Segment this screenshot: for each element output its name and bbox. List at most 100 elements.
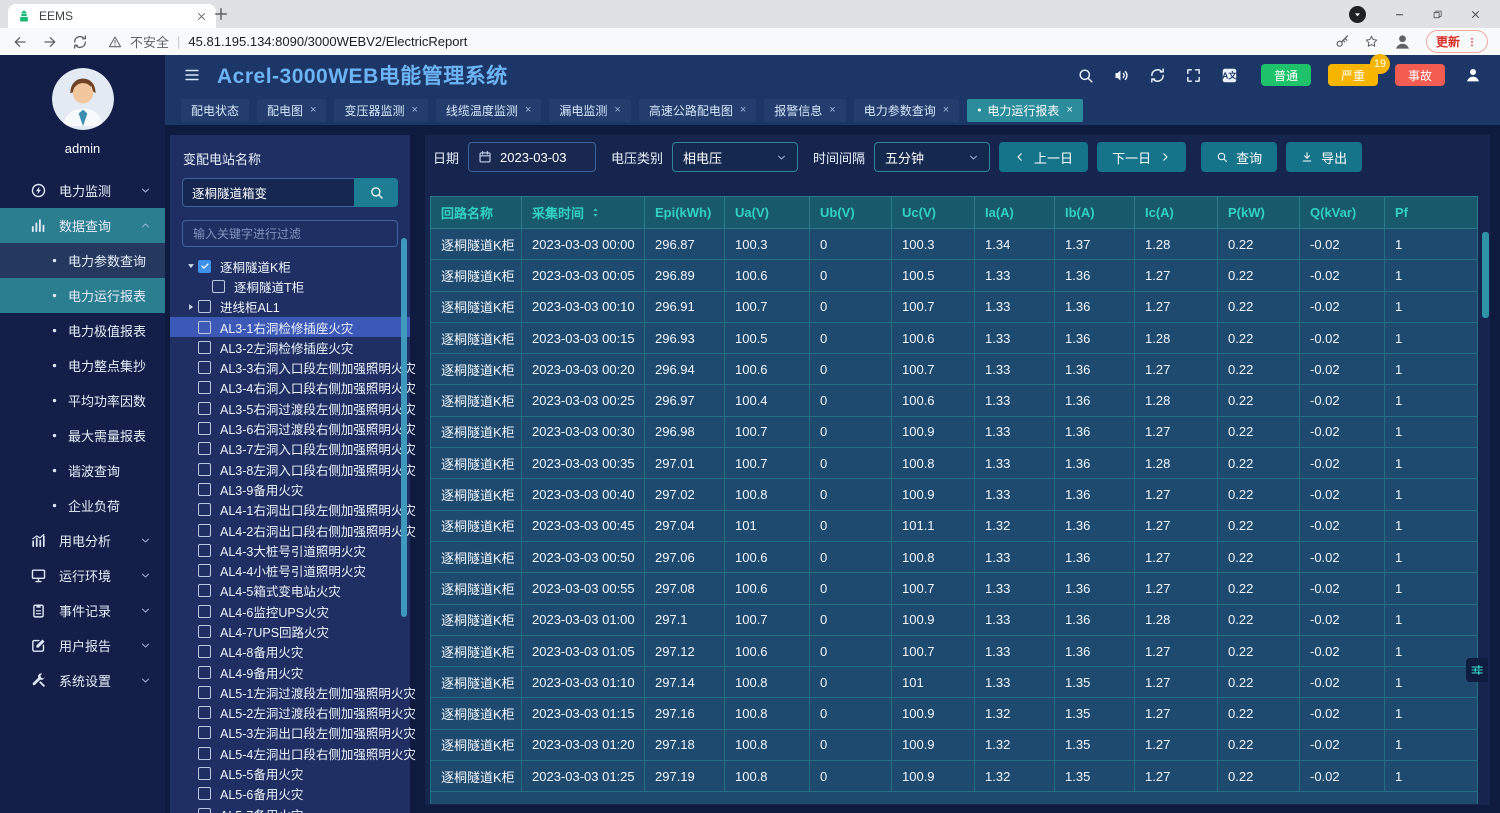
translate-icon[interactable]: A文: [1221, 67, 1238, 84]
tree-expander-icon[interactable]: [183, 261, 198, 271]
table-row[interactable]: 逐桐隧道K柜 2023-03-03 00:20 296.94 100.6 0 1…: [430, 354, 1478, 385]
tree-checkbox[interactable]: [198, 787, 211, 800]
tree-expander-icon[interactable]: [183, 708, 198, 718]
tree-checkbox[interactable]: [198, 442, 211, 455]
tree-expander-icon[interactable]: [183, 626, 198, 636]
tree-item[interactable]: AL4-6监控UPS火灾: [170, 601, 410, 621]
table-row[interactable]: 逐桐隧道K柜 2023-03-03 00:55 297.08 100.6 0 1…: [430, 573, 1478, 604]
tree-expander-icon[interactable]: [183, 484, 198, 494]
tree-expander-icon[interactable]: [183, 769, 198, 779]
tree-item[interactable]: AL5-4左洞出口段右侧加强照明火灾: [170, 743, 410, 763]
tree-checkbox[interactable]: [198, 767, 211, 780]
sidebar-item[interactable]: 电力整点集抄: [0, 348, 165, 383]
tree-checkbox[interactable]: [198, 422, 211, 435]
close-window-button[interactable]: [1456, 0, 1494, 28]
tree-item[interactable]: AL4-9备用火灾: [170, 662, 410, 682]
tree-item[interactable]: AL3-9备用火灾: [170, 479, 410, 499]
tree-checkbox[interactable]: [198, 341, 211, 354]
app-tab[interactable]: ● 电力运行报表 ×: [967, 99, 1083, 122]
user-icon[interactable]: [1464, 66, 1482, 84]
tree-expander-icon[interactable]: [183, 342, 198, 352]
tree-expander-icon[interactable]: [183, 302, 198, 312]
tree-checkbox[interactable]: [198, 747, 211, 760]
app-tab[interactable]: ● 配电图 ×: [257, 99, 326, 122]
tree-item[interactable]: AL5-5备用火灾: [170, 763, 410, 783]
table-row[interactable]: 逐桐隧道K柜 2023-03-03 00:25 296.97 100.4 0 1…: [430, 385, 1478, 416]
browser-tab[interactable]: EEMS: [8, 4, 216, 28]
tree-checkbox[interactable]: [198, 625, 211, 638]
app-tab-close-icon[interactable]: ×: [829, 104, 835, 116]
tree-expander-icon[interactable]: [197, 281, 212, 291]
interval-select[interactable]: 五分钟: [874, 142, 990, 172]
reload-icon[interactable]: [72, 34, 88, 50]
tree-item[interactable]: AL3-1右洞检修插座火灾: [170, 317, 410, 337]
tree-expander-icon[interactable]: [183, 464, 198, 474]
tree-item[interactable]: AL4-2右洞出口段右侧加强照明火灾: [170, 520, 410, 540]
tree-checkbox[interactable]: [198, 361, 211, 374]
tree-item[interactable]: AL3-5右洞过渡段左侧加强照明火灾: [170, 398, 410, 418]
browser-profile-icon[interactable]: [1393, 32, 1412, 51]
tree-item[interactable]: 进线柜AL1: [170, 297, 410, 317]
table-row[interactable]: 逐桐隧道K柜 2023-03-03 01:10 297.14 100.8 0 1…: [430, 667, 1478, 698]
tree-item[interactable]: AL5-3左洞出口段左侧加强照明火灾: [170, 723, 410, 743]
tree-item[interactable]: AL3-7左洞入口段左侧加强照明火灾: [170, 439, 410, 459]
app-tab-close-icon[interactable]: ×: [525, 104, 531, 116]
prev-day-button[interactable]: 上一日: [999, 142, 1088, 172]
tree-expander-icon[interactable]: [183, 667, 198, 677]
table-column-header[interactable]: Ib(A): [1055, 197, 1135, 228]
tree-checkbox[interactable]: [198, 645, 211, 658]
table-column-header[interactable]: Ua(V): [725, 197, 810, 228]
app-tab-close-icon[interactable]: ×: [1066, 104, 1072, 116]
table-row[interactable]: 逐桐隧道K柜 2023-03-03 00:40 297.02 100.8 0 1…: [430, 479, 1478, 510]
tree-item[interactable]: AL5-6备用火灾: [170, 784, 410, 804]
back-icon[interactable]: [12, 34, 28, 50]
app-tab-close-icon[interactable]: ×: [411, 104, 417, 116]
tree-checkbox[interactable]: [198, 808, 211, 813]
voltage-type-select[interactable]: 相电压: [672, 142, 798, 172]
tree-expander-icon[interactable]: [183, 363, 198, 373]
password-key-icon[interactable]: [1335, 34, 1350, 49]
tree-expander-icon[interactable]: [183, 505, 198, 515]
tree-item[interactable]: 逐桐隧道T柜: [170, 276, 410, 296]
sidebar-item[interactable]: 最大需量报表: [0, 418, 165, 453]
table-column-header[interactable]: 采集时间: [522, 197, 645, 228]
date-input[interactable]: 2023-03-03: [468, 142, 596, 172]
restore-button[interactable]: [1418, 0, 1456, 28]
sidebar-item[interactable]: 用户报告: [0, 628, 165, 663]
alarm-level-button[interactable]: 事故: [1395, 64, 1445, 86]
table-column-header[interactable]: Q(kVar): [1300, 197, 1385, 228]
app-tab[interactable]: ● 漏电监测 ×: [549, 99, 630, 122]
table-row[interactable]: 逐桐隧道K柜 2023-03-03 00:10 296.91 100.7 0 1…: [430, 292, 1478, 323]
app-tab[interactable]: ● 电力参数查询 ×: [854, 99, 959, 122]
sort-icon[interactable]: [590, 206, 601, 219]
tree-checkbox[interactable]: [198, 544, 211, 557]
table-column-header[interactable]: 回路名称: [431, 197, 522, 228]
search-icon[interactable]: [1077, 67, 1094, 84]
station-search-button[interactable]: [354, 178, 398, 207]
table-row[interactable]: 逐桐隧道K柜 2023-03-03 00:15 296.93 100.5 0 1…: [430, 323, 1478, 354]
sidebar-item[interactable]: 谐波查询: [0, 453, 165, 488]
table-row[interactable]: 逐桐隧道K柜 2023-03-03 00:05 296.89 100.6 0 1…: [430, 260, 1478, 291]
tree-expander-icon[interactable]: [183, 383, 198, 393]
table-row[interactable]: 逐桐隧道K柜 2023-03-03 00:30 296.98 100.7 0 1…: [430, 417, 1478, 448]
sidebar-item[interactable]: 系统设置: [0, 663, 165, 698]
table-column-header[interactable]: Pf: [1385, 197, 1477, 228]
tree-checkbox[interactable]: [198, 686, 211, 699]
tree-expander-icon[interactable]: [183, 789, 198, 799]
tree-item[interactable]: AL4-8备用火灾: [170, 642, 410, 662]
app-tab-close-icon[interactable]: ×: [740, 104, 746, 116]
tree-item[interactable]: AL3-4右洞入口段右侧加强照明火灾: [170, 378, 410, 398]
browser-menu-dots-icon[interactable]: [1466, 36, 1478, 48]
tree-checkbox[interactable]: [198, 381, 211, 394]
tree-checkbox[interactable]: [198, 584, 211, 597]
tree-item[interactable]: AL5-1左洞过渡段左侧加强照明火灾: [170, 682, 410, 702]
tree-item[interactable]: AL3-8左洞入口段右侧加强照明火灾: [170, 459, 410, 479]
tree-expander-icon[interactable]: [183, 545, 198, 555]
tree-checkbox[interactable]: [198, 706, 211, 719]
tree-item[interactable]: AL4-3大桩号引道照明火灾: [170, 540, 410, 560]
app-tab[interactable]: ● 线缆温度监测 ×: [436, 99, 541, 122]
app-tab[interactable]: ● 变压器监测 ×: [334, 99, 427, 122]
tree-checkbox[interactable]: [198, 564, 211, 577]
sidebar-item[interactable]: 电力极值报表: [0, 313, 165, 348]
sidebar-item[interactable]: 电力参数查询: [0, 243, 165, 278]
